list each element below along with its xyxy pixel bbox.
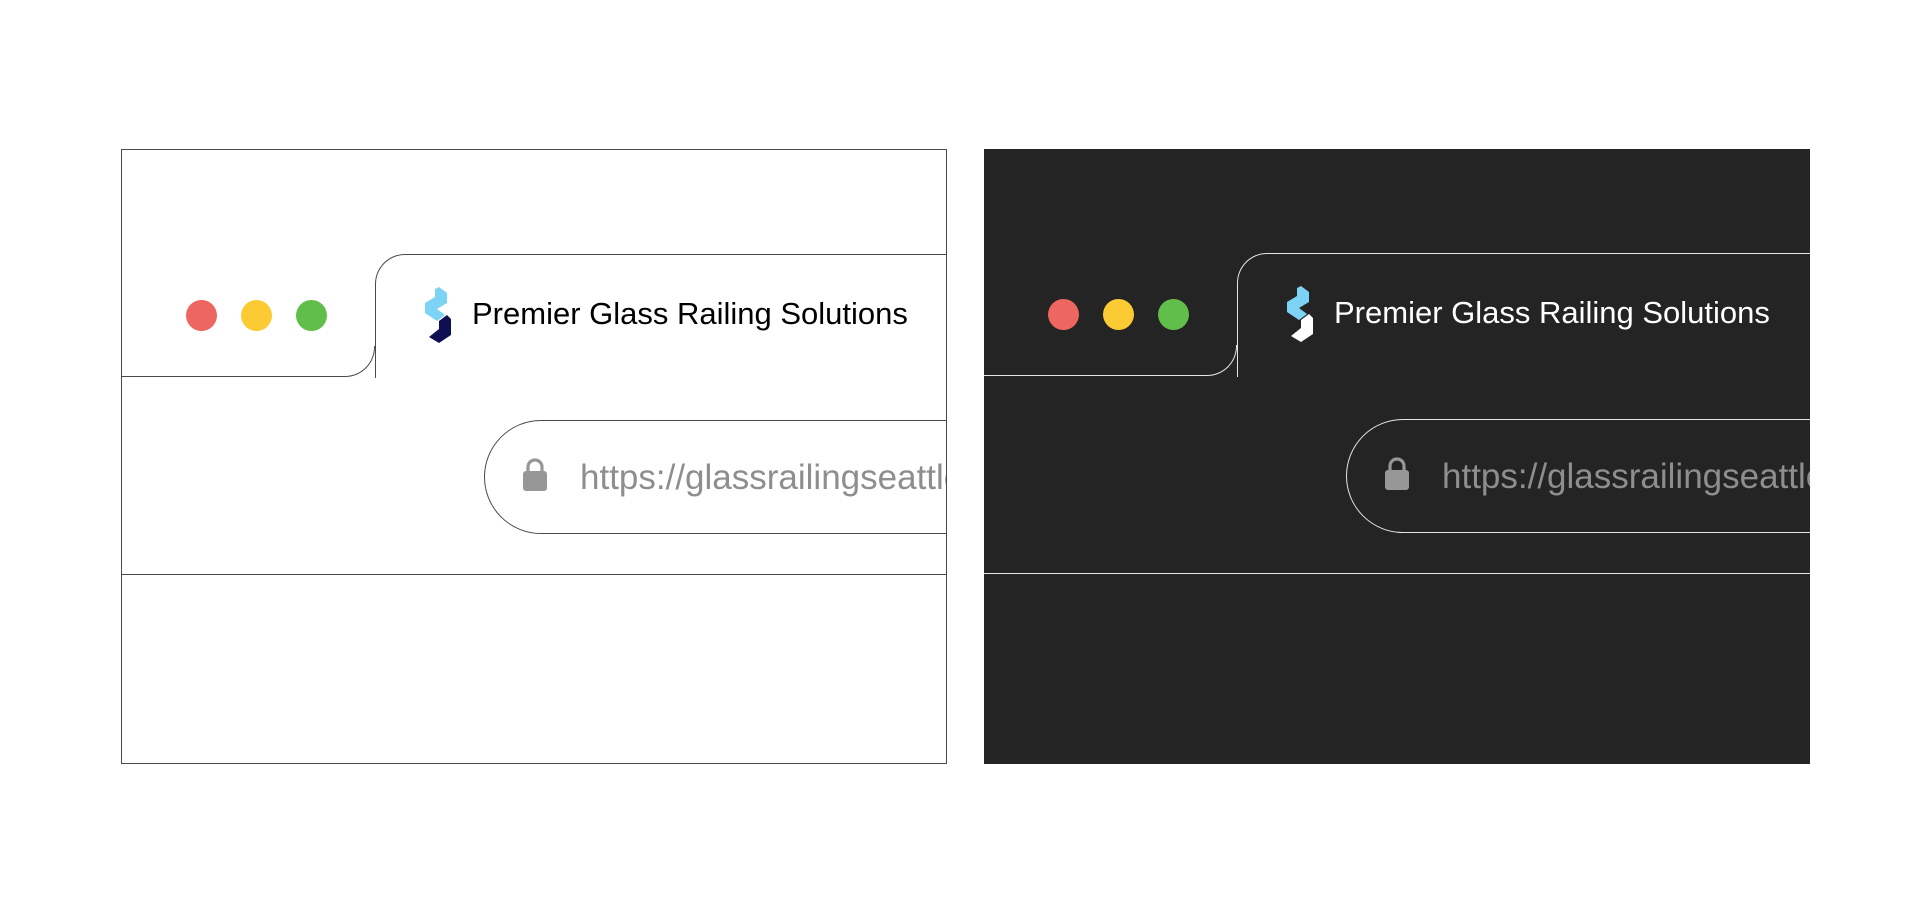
window-controls xyxy=(186,300,327,331)
site-favicon-icon xyxy=(1287,286,1313,342)
tab-corner xyxy=(341,346,375,377)
url-text[interactable]: https://glassrailingseattle.com xyxy=(580,458,946,498)
site-favicon-icon xyxy=(425,287,451,343)
maximize-window-button[interactable] xyxy=(296,300,327,331)
url-text[interactable]: https://glassrailingseattle.com xyxy=(1442,457,1810,497)
tab-title: Premier Glass Railing Solutions xyxy=(472,296,908,331)
tabstrip-baseline xyxy=(122,376,341,377)
toolbar-divider xyxy=(122,574,946,575)
close-window-button[interactable] xyxy=(1048,299,1079,330)
browser-window-light: Premier Glass Railing Solutions https://… xyxy=(121,149,947,764)
maximize-window-button[interactable] xyxy=(1158,299,1189,330)
tab-title: Premier Glass Railing Solutions xyxy=(1334,295,1770,330)
minimize-window-button[interactable] xyxy=(241,300,272,331)
minimize-window-button[interactable] xyxy=(1103,299,1134,330)
toolbar-divider xyxy=(984,573,1810,574)
lock-icon xyxy=(523,458,547,491)
tabstrip-baseline xyxy=(984,375,1203,376)
window-controls xyxy=(1048,299,1189,330)
lock-icon xyxy=(1385,457,1409,490)
browser-window-dark: Premier Glass Railing Solutions https://… xyxy=(984,149,1810,764)
close-window-button[interactable] xyxy=(186,300,217,331)
tab-corner xyxy=(1203,345,1237,376)
